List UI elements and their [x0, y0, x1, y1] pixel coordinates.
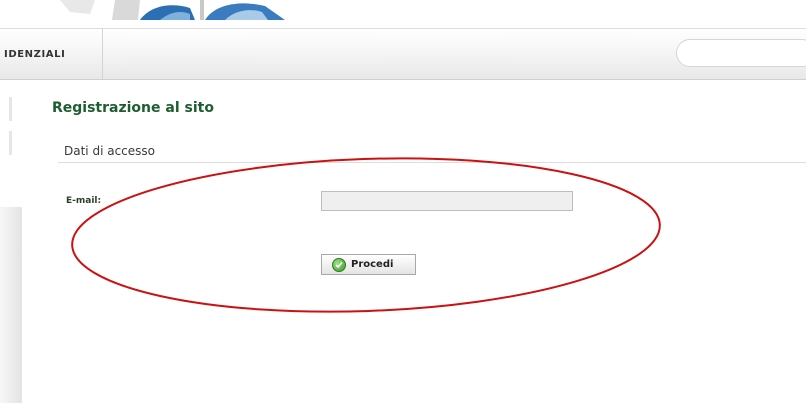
section-divider — [58, 162, 806, 163]
section-title: Dati di accesso — [64, 144, 155, 158]
proceed-button[interactable]: Procedi — [321, 254, 416, 275]
search-input[interactable] — [676, 39, 806, 67]
banner-image — [0, 0, 300, 20]
side-divider — [9, 131, 12, 155]
header-banner — [0, 0, 806, 28]
email-label: E-mail: — [66, 196, 102, 206]
nav-item-credenziali[interactable]: IDENZIALI — [0, 29, 103, 79]
side-divider — [9, 97, 12, 121]
page-title: Registrazione al sito — [52, 100, 214, 116]
nav-item-label: IDENZIALI — [4, 48, 66, 60]
left-sidebar — [0, 207, 22, 403]
check-circle-icon — [332, 257, 346, 272]
top-navbar: IDENZIALI — [0, 28, 806, 80]
email-field[interactable] — [321, 191, 573, 211]
proceed-button-label: Procedi — [351, 259, 394, 270]
